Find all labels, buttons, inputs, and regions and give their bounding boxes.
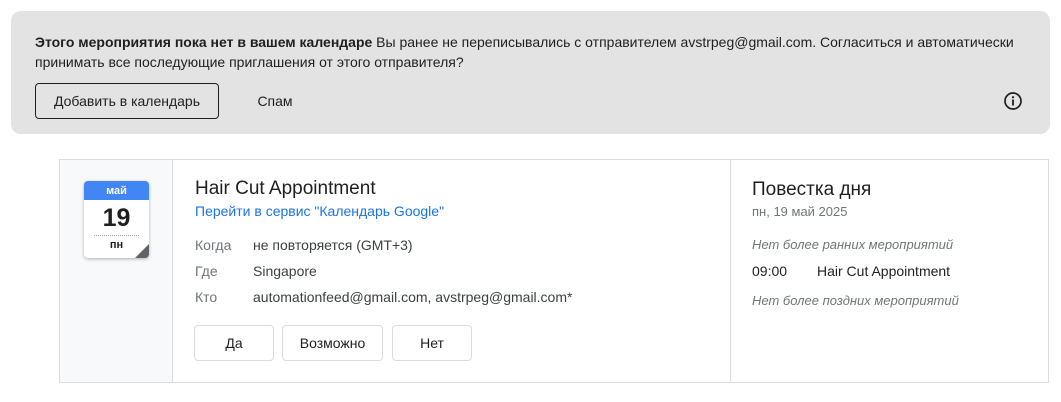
detail-value: не повторяется (GMT+3) bbox=[253, 237, 413, 253]
open-google-calendar-link[interactable]: Перейти в сервис "Календарь Google" bbox=[195, 203, 444, 219]
event-date-panel: май 19 пн bbox=[60, 160, 173, 382]
info-icon[interactable] bbox=[1003, 91, 1023, 111]
detail-row-who: Кто automationfeed@gmail.com, avstrpeg@g… bbox=[195, 289, 572, 305]
calendar-divider bbox=[94, 235, 139, 236]
agenda-no-earlier: Нет более ранних мероприятий bbox=[752, 237, 954, 252]
page-fold-icon bbox=[135, 244, 149, 258]
detail-label: Где bbox=[195, 263, 218, 279]
detail-label: Кто bbox=[195, 289, 218, 305]
rsvp-no-button[interactable]: Нет bbox=[392, 325, 472, 361]
detail-label: Когда bbox=[195, 237, 232, 253]
agenda-date: пн, 19 май 2025 bbox=[752, 204, 848, 219]
add-to-calendar-button[interactable]: Добавить в календарь bbox=[35, 83, 219, 119]
event-details: Hair Cut Appointment Перейти в сервис "К… bbox=[173, 160, 730, 382]
event-title: Hair Cut Appointment bbox=[195, 178, 376, 199]
invitation-banner: Этого мероприятия пока нет в вашем кален… bbox=[11, 11, 1050, 134]
calendar-month: май bbox=[84, 181, 149, 200]
agenda-panel: Повестка дня пн, 19 май 2025 Нет более р… bbox=[730, 160, 1048, 382]
banner-bold-text: Этого мероприятия пока нет в вашем кален… bbox=[35, 34, 373, 50]
agenda-event-time: 09:00 bbox=[752, 263, 788, 279]
detail-row-when: Когда не повторяется (GMT+3) bbox=[195, 237, 413, 253]
agenda-event-title: Hair Cut Appointment bbox=[817, 263, 951, 279]
calendar-date-icon: май 19 пн bbox=[84, 181, 149, 258]
detail-value: automationfeed@gmail.com, avstrpeg@gmail… bbox=[253, 289, 573, 305]
calendar-day: 19 bbox=[102, 204, 131, 232]
agenda-event-item[interactable]: 09:00 Hair Cut Appointment bbox=[752, 263, 950, 279]
detail-value: Singapore bbox=[253, 263, 317, 279]
detail-row-where: Где Singapore bbox=[195, 263, 317, 279]
banner-message: Этого мероприятия пока нет в вашем кален… bbox=[35, 32, 1035, 72]
rsvp-yes-button[interactable]: Да bbox=[194, 325, 274, 361]
event-card: май 19 пн Hair Cut Appointment Перейти в… bbox=[59, 159, 1049, 383]
rsvp-maybe-button[interactable]: Возможно bbox=[282, 325, 383, 361]
agenda-title: Повестка дня bbox=[752, 179, 872, 200]
agenda-no-later: Нет более поздних мероприятий bbox=[752, 293, 959, 308]
spam-button[interactable]: Спам bbox=[243, 83, 307, 119]
